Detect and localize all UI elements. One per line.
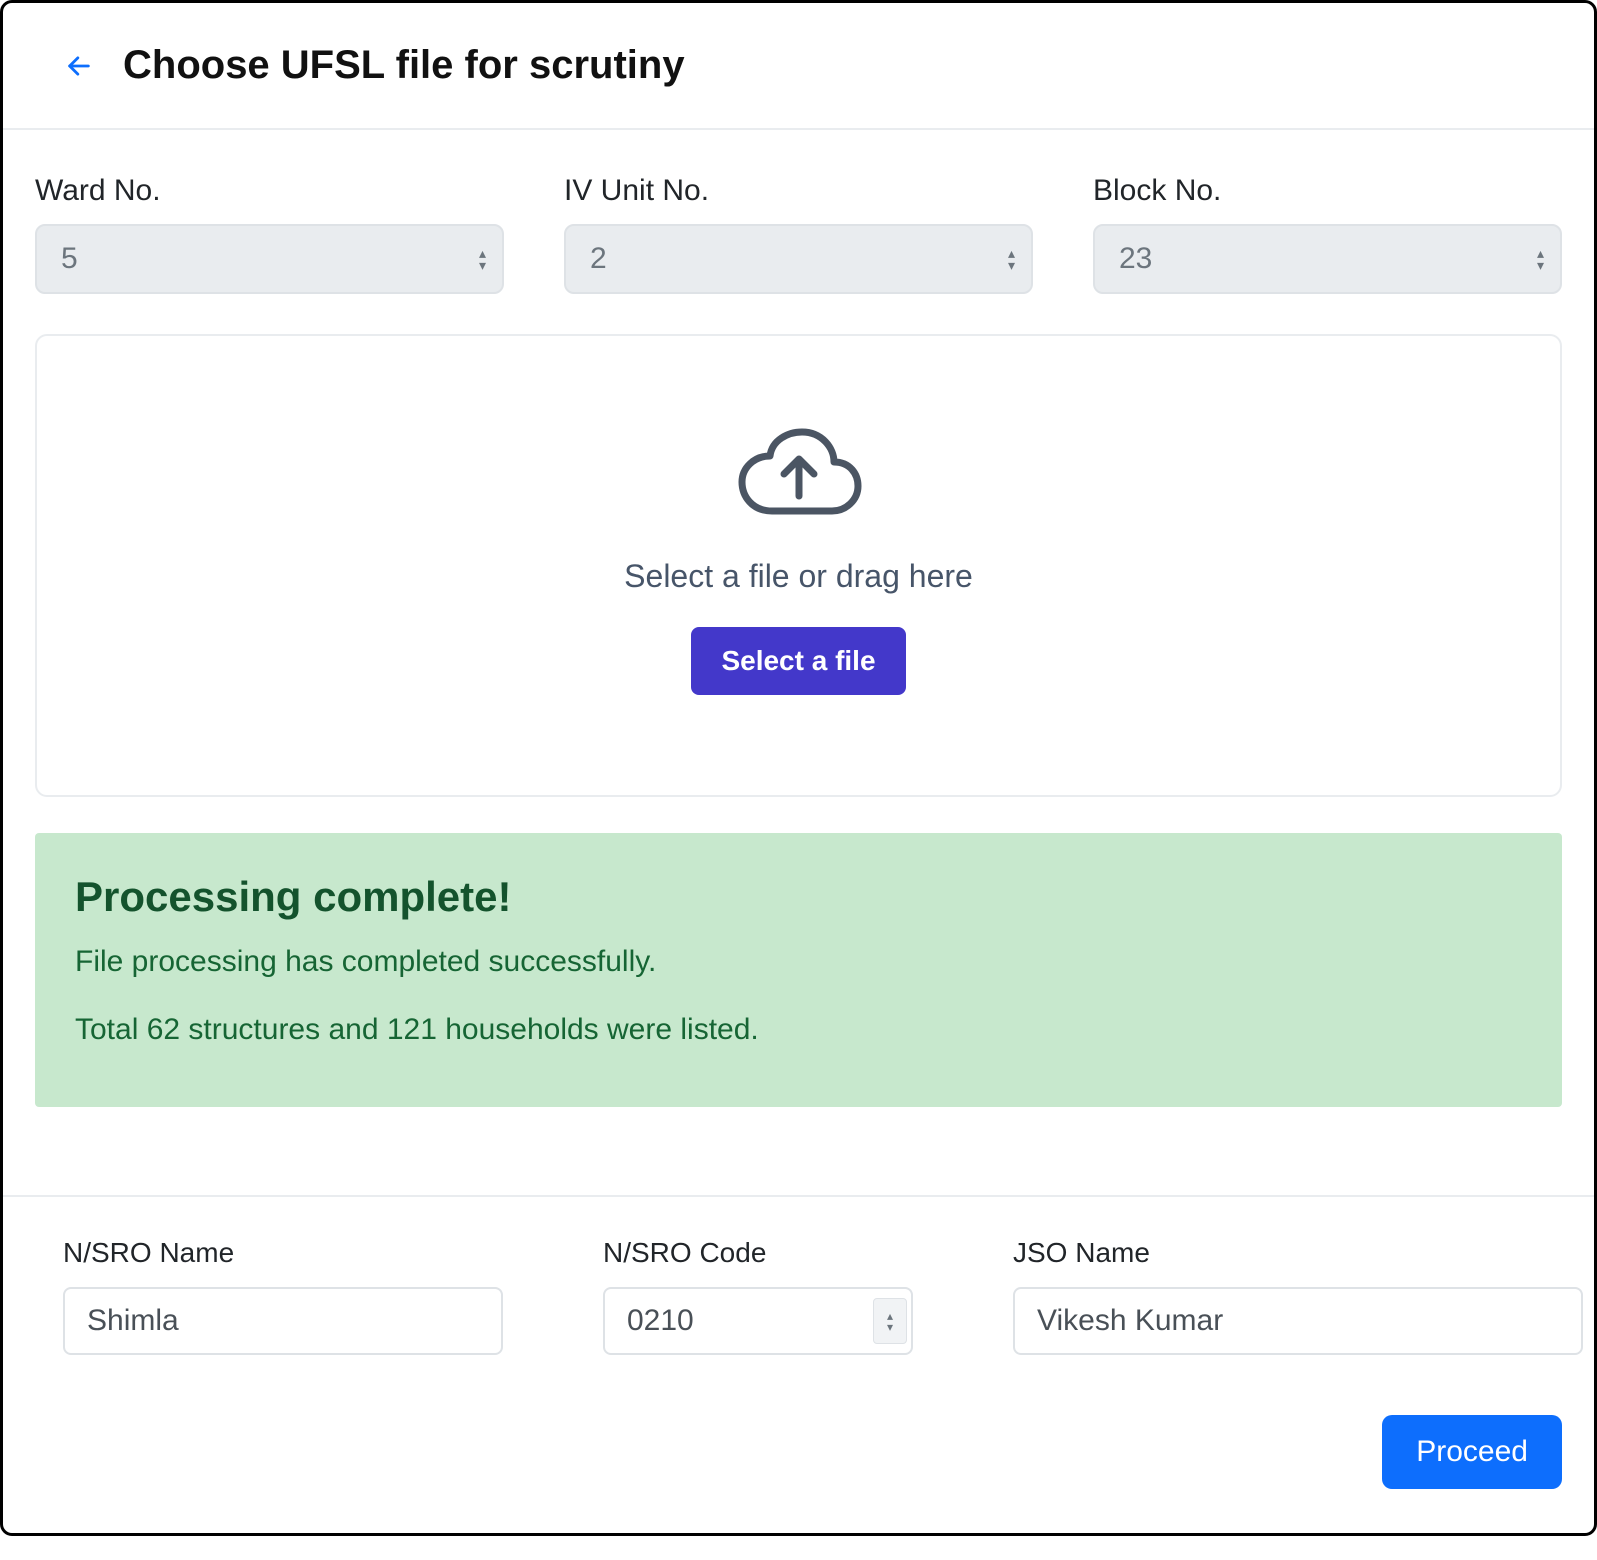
iv-unit-value: 2 xyxy=(590,242,607,276)
dropzone-text: Select a file or drag here xyxy=(624,558,973,595)
app-window: Choose UFSL file for scrutiny Ward No. 5… xyxy=(0,0,1597,1536)
cloud-upload-icon xyxy=(734,426,864,526)
action-row: Proceed xyxy=(3,1395,1594,1533)
block-value: 23 xyxy=(1119,242,1152,276)
sro-code-field: N/SRO Code ▴▾ xyxy=(603,1237,913,1355)
ward-label: Ward No. xyxy=(35,174,504,208)
status-banner: Processing complete! File processing has… xyxy=(35,833,1562,1107)
main-content: Ward No. 5 ▴▾ IV Unit No. 2 ▴▾ xyxy=(3,130,1594,1139)
block-label: Block No. xyxy=(1093,174,1562,208)
status-title: Processing complete! xyxy=(75,873,1522,921)
status-line-1: File processing has completed successful… xyxy=(75,945,1522,979)
header-bar: Choose UFSL file for scrutiny xyxy=(3,3,1594,128)
status-line-2: Total 62 structures and 121 households w… xyxy=(75,1013,1522,1047)
proceed-button[interactable]: Proceed xyxy=(1382,1415,1562,1489)
iv-unit-field: IV Unit No. 2 ▴▾ xyxy=(564,174,1033,294)
jso-name-label: JSO Name xyxy=(1013,1237,1583,1269)
iv-unit-select[interactable]: 2 ▴▾ xyxy=(564,224,1033,294)
file-dropzone[interactable]: Select a file or drag here Select a file xyxy=(35,334,1562,797)
chevrons-icon: ▴▾ xyxy=(479,248,486,270)
sro-code-input[interactable] xyxy=(603,1287,913,1355)
bottom-field-row: N/SRO Name N/SRO Code ▴▾ JSO Name xyxy=(63,1237,1534,1355)
sro-name-field: N/SRO Name xyxy=(63,1237,503,1355)
block-select[interactable]: 23 ▴▾ xyxy=(1093,224,1562,294)
block-field: Block No. 23 ▴▾ xyxy=(1093,174,1562,294)
jso-name-field: JSO Name xyxy=(1013,1237,1583,1355)
sro-code-label: N/SRO Code xyxy=(603,1237,913,1269)
stepper-icon[interactable]: ▴▾ xyxy=(873,1298,907,1344)
sro-name-label: N/SRO Name xyxy=(63,1237,503,1269)
select-file-button[interactable]: Select a file xyxy=(691,627,905,695)
bottom-section: N/SRO Name N/SRO Code ▴▾ JSO Name xyxy=(3,1197,1594,1395)
page-title: Choose UFSL file for scrutiny xyxy=(123,43,685,88)
back-icon[interactable] xyxy=(63,50,95,82)
top-field-row: Ward No. 5 ▴▾ IV Unit No. 2 ▴▾ xyxy=(35,174,1562,294)
chevrons-icon: ▴▾ xyxy=(1008,248,1015,270)
ward-value: 5 xyxy=(61,242,78,276)
iv-unit-label: IV Unit No. xyxy=(564,174,1033,208)
ward-select[interactable]: 5 ▴▾ xyxy=(35,224,504,294)
ward-field: Ward No. 5 ▴▾ xyxy=(35,174,504,294)
sro-name-input[interactable] xyxy=(63,1287,503,1355)
chevrons-icon: ▴▾ xyxy=(1537,248,1544,270)
jso-name-input[interactable] xyxy=(1013,1287,1583,1355)
